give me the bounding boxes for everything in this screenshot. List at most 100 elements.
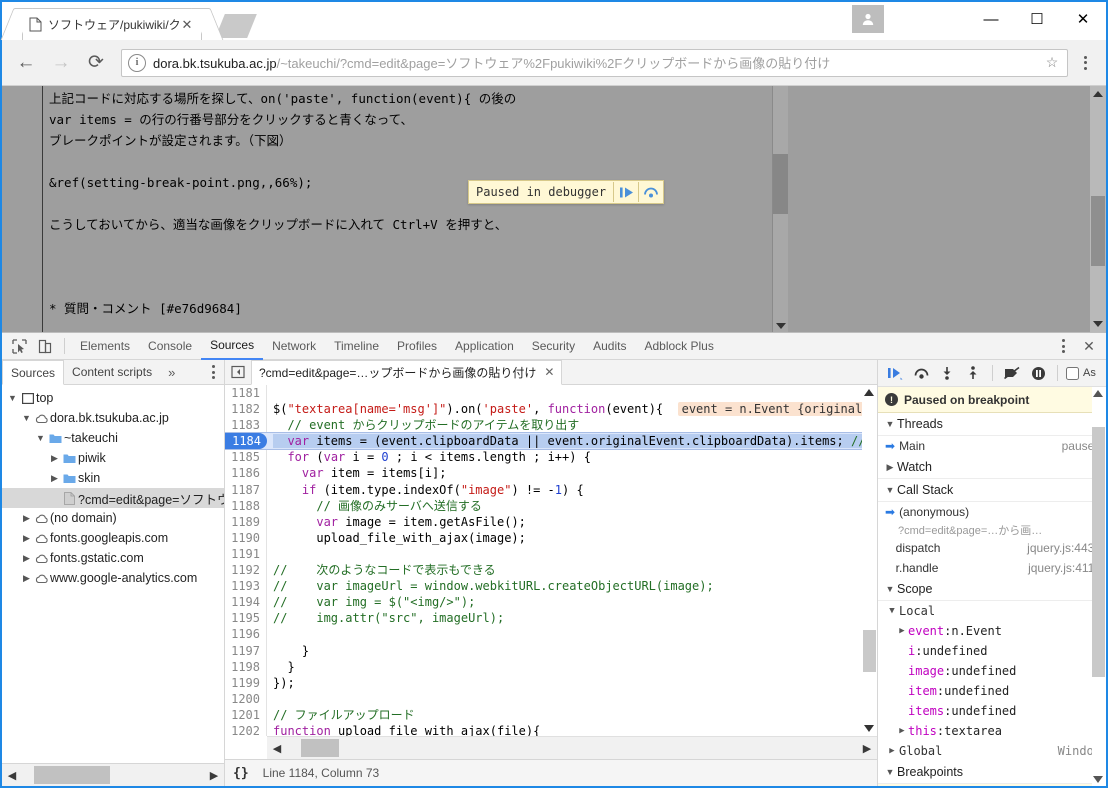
code-line[interactable]: 1191: [225, 546, 877, 562]
scroll-down-icon[interactable]: [864, 725, 874, 732]
scroll-up-icon[interactable]: [864, 389, 874, 396]
page-info-icon[interactable]: i: [128, 54, 146, 72]
file-tree-item[interactable]: ▶piwik: [2, 448, 224, 468]
navigator-tab-sources[interactable]: Sources: [2, 360, 64, 385]
scope-property[interactable]: ▶this: textarea: [878, 721, 1106, 741]
textarea-scrollbar-thumb[interactable]: [773, 154, 788, 214]
scope-property[interactable]: image: undefined: [878, 661, 1106, 681]
line-number[interactable]: 1198: [225, 659, 267, 675]
code-line[interactable]: 1181: [225, 385, 877, 401]
close-devtools-icon[interactable]: ✕: [1076, 334, 1102, 358]
line-number[interactable]: 1201: [225, 707, 267, 723]
file-tree-item[interactable]: ▶www.google-analytics.com: [2, 568, 224, 588]
code-line[interactable]: 1189 var image = item.getAsFile();: [225, 514, 877, 530]
scope-property[interactable]: ▶event: n.Event: [878, 621, 1106, 641]
twisty-icon[interactable]: ▶: [896, 726, 908, 736]
tab-profiles[interactable]: Profiles: [388, 333, 446, 359]
navigator-hscrollbar[interactable]: ◀ ▶: [2, 763, 224, 786]
debugger-vscroll-thumb[interactable]: [1092, 427, 1105, 677]
line-number[interactable]: 1183: [225, 417, 267, 433]
scope-property[interactable]: i: undefined: [878, 641, 1106, 661]
code-line[interactable]: 1193// var imageUrl = window.webkitURL.c…: [225, 578, 877, 594]
scope-property[interactable]: item: undefined: [878, 681, 1106, 701]
twisty-icon[interactable]: ▶: [48, 453, 61, 464]
file-tree-item[interactable]: ▼top: [2, 388, 224, 408]
toggle-device-toolbar-icon[interactable]: [32, 334, 58, 358]
navigator-overflow-icon[interactable]: »: [160, 365, 183, 380]
twisty-icon[interactable]: ▶: [20, 573, 33, 584]
twisty-icon[interactable]: ▼: [885, 606, 899, 616]
twisty-icon[interactable]: ▶: [20, 533, 33, 544]
twisty-icon[interactable]: ▼: [34, 433, 47, 443]
code-line[interactable]: 1196: [225, 626, 877, 642]
scroll-up-icon[interactable]: [1093, 91, 1103, 97]
section-scope[interactable]: ▼Scope: [878, 578, 1106, 601]
twisty-icon[interactable]: ▶: [20, 553, 33, 564]
reload-icon[interactable]: ⟳: [80, 47, 112, 79]
back-icon[interactable]: ←: [10, 47, 42, 79]
code-line[interactable]: 1187 if (item.type.indexOf("image") != -…: [225, 482, 877, 498]
twisty-icon[interactable]: ▶: [896, 626, 908, 636]
twisty-icon[interactable]: ▶: [48, 473, 61, 484]
textarea-scrollbar[interactable]: [772, 86, 788, 332]
line-number[interactable]: 1194: [225, 594, 267, 610]
editor-tab[interactable]: ?cmd=edit&page=…ップボードから画像の貼り付け ✕: [251, 360, 562, 385]
line-number[interactable]: 1182: [225, 401, 267, 417]
code-line[interactable]: 1198 }: [225, 659, 877, 675]
code-line[interactable]: 1185 for (var i = 0 ; i < items.length ;…: [225, 449, 877, 465]
tab-adblock-plus[interactable]: Adblock Plus: [635, 333, 722, 359]
scope-group[interactable]: ▼Local: [878, 601, 1106, 621]
close-icon[interactable]: ✕: [179, 17, 195, 33]
line-number[interactable]: 1181: [225, 385, 267, 401]
navigator-hscroll-thumb[interactable]: [34, 766, 110, 784]
scope-property[interactable]: items: undefined: [878, 701, 1106, 721]
editor-hscroll-track[interactable]: [287, 737, 857, 759]
section-threads[interactable]: ▼Threads: [878, 413, 1106, 436]
navigator-more-icon[interactable]: [202, 360, 224, 384]
avatar[interactable]: [852, 5, 884, 33]
twisty-icon[interactable]: ▶: [20, 513, 33, 524]
line-number[interactable]: 1202: [225, 723, 267, 736]
line-number[interactable]: 1199: [225, 675, 267, 691]
line-number[interactable]: 1189: [225, 514, 267, 530]
line-number[interactable]: 1188: [225, 498, 267, 514]
line-number[interactable]: 1191: [225, 546, 267, 562]
call-stack-frame[interactable]: r.handlejquery.js:4116: [878, 558, 1106, 578]
code-line[interactable]: 1194// var img = $("<img/>");: [225, 594, 877, 610]
scroll-down-icon[interactable]: [1093, 776, 1103, 783]
twisty-icon[interactable]: ▼: [883, 485, 897, 495]
code-line[interactable]: 1190 upload_file_with_ajax(image);: [225, 530, 877, 546]
file-tree-item[interactable]: ▶fonts.googleapis.com: [2, 528, 224, 548]
tab-sources[interactable]: Sources: [201, 332, 263, 360]
close-window-icon[interactable]: ✕: [1060, 2, 1106, 36]
file-tree-item[interactable]: ▼dora.bk.tsukuba.ac.jp: [2, 408, 224, 428]
step-over-icon[interactable]: [638, 182, 663, 202]
navigator-tab-content-scripts[interactable]: Content scripts: [64, 360, 160, 384]
resume-icon[interactable]: [613, 182, 638, 202]
forward-icon[interactable]: →: [45, 47, 77, 79]
inspect-element-icon[interactable]: [6, 334, 32, 358]
debugger-vscrollbar[interactable]: [1092, 387, 1106, 786]
twisty-icon[interactable]: ▼: [6, 393, 19, 403]
code-line[interactable]: 1192// 次のようなコードで表示もできる: [225, 562, 877, 578]
tab-elements[interactable]: Elements: [71, 333, 139, 359]
tab-audits[interactable]: Audits: [584, 333, 635, 359]
file-tree-item[interactable]: ▶skin: [2, 468, 224, 488]
line-number[interactable]: 1196: [225, 626, 267, 642]
code-line[interactable]: 1197 }: [225, 643, 877, 659]
call-stack-frame[interactable]: ➡(anonymous): [878, 502, 1106, 522]
page-scrollbar[interactable]: [1089, 86, 1106, 332]
page-scrollbar-thumb[interactable]: [1091, 196, 1105, 266]
section-watch[interactable]: ▶Watch: [878, 456, 1106, 479]
async-checkbox[interactable]: As: [1064, 367, 1096, 380]
line-number[interactable]: 1190: [225, 530, 267, 546]
minimize-icon[interactable]: —: [968, 2, 1014, 36]
tab-application[interactable]: Application: [446, 333, 523, 359]
line-number[interactable]: 1185: [225, 449, 267, 465]
async-checkbox-input[interactable]: [1066, 367, 1079, 380]
line-number[interactable]: 1197: [225, 643, 267, 659]
scroll-right-icon[interactable]: ▶: [857, 742, 877, 755]
deactivate-breakpoints-icon[interactable]: [999, 361, 1025, 385]
twisty-icon[interactable]: ▼: [883, 419, 897, 429]
code-line[interactable]: 1199});: [225, 675, 877, 691]
